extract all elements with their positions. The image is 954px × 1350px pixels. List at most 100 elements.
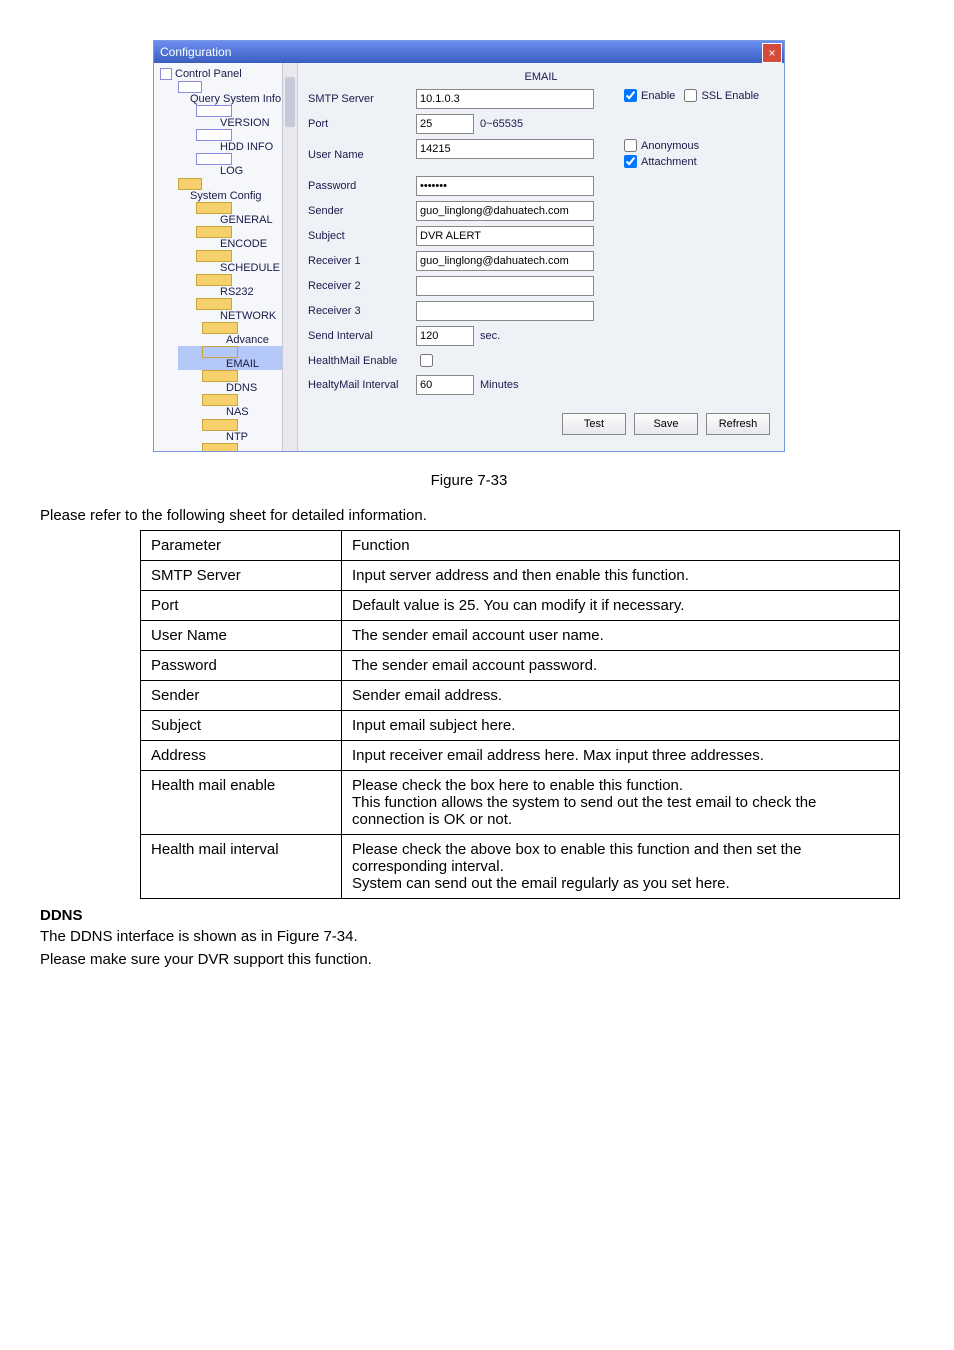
- health-enable-checkbox[interactable]: [420, 354, 433, 367]
- figure-caption: Figure 7-33: [40, 472, 898, 489]
- ddns-heading: DDNS: [40, 907, 898, 924]
- func-cell: Input email subject here.: [342, 711, 900, 741]
- nav-tree[interactable]: Control Panel Query System Info VERSION …: [154, 63, 298, 451]
- health-interval-label: HealtyMail Interval: [308, 379, 408, 391]
- param-cell: Health mail interval: [141, 835, 342, 899]
- param-cell: Address: [141, 741, 342, 771]
- param-cell: SMTP Server: [141, 561, 342, 591]
- table-row: SMTP ServerInput server address and then…: [141, 561, 900, 591]
- folder-icon: [196, 298, 232, 310]
- health-interval-unit: Minutes: [480, 379, 519, 391]
- pane-title: EMAIL: [308, 69, 774, 89]
- param-cell: User Name: [141, 621, 342, 651]
- folder-icon: [178, 178, 202, 190]
- param-cell: Port: [141, 591, 342, 621]
- sender-input[interactable]: [416, 201, 594, 221]
- tree-root: Control Panel: [175, 68, 242, 80]
- intro-text: Please refer to the following sheet for …: [40, 507, 898, 524]
- ddns-line1: The DDNS interface is shown as in Figure…: [40, 928, 898, 945]
- ssl-label: SSL Enable: [701, 90, 759, 102]
- user-label: User Name: [308, 149, 408, 161]
- folder-icon: [196, 202, 232, 214]
- func-cell: Input server address and then enable thi…: [342, 561, 900, 591]
- tree-item[interactable]: Query System Info: [178, 93, 297, 105]
- table-row: Health mail intervalPlease check the abo…: [141, 835, 900, 899]
- ssl-checkbox[interactable]: [684, 89, 697, 102]
- table-row: PortDefault value is 25. You can modify …: [141, 591, 900, 621]
- folder-icon: [202, 322, 238, 334]
- ddns-line2: Please make sure your DVR support this f…: [40, 951, 898, 968]
- refresh-button[interactable]: Refresh: [706, 413, 770, 435]
- func-cell: Sender email address.: [342, 681, 900, 711]
- table-head-func: Function: [342, 531, 900, 561]
- table-row: SenderSender email address.: [141, 681, 900, 711]
- param-cell: Password: [141, 651, 342, 681]
- table-row: User NameThe sender email account user n…: [141, 621, 900, 651]
- recv1-input[interactable]: [416, 251, 594, 271]
- table-head-param: Parameter: [141, 531, 342, 561]
- save-button[interactable]: Save: [634, 413, 698, 435]
- param-cell: Subject: [141, 711, 342, 741]
- health-enable-label: HealthMail Enable: [308, 355, 408, 367]
- window-title: Configuration: [160, 45, 231, 59]
- func-cell: Default value is 25. You can modify it i…: [342, 591, 900, 621]
- health-interval-input[interactable]: [416, 375, 474, 395]
- pass-input[interactable]: [416, 176, 594, 196]
- file-icon: [196, 153, 232, 165]
- panel-icon: [160, 68, 172, 80]
- file-icon: [196, 105, 232, 117]
- folder-icon: [202, 443, 238, 451]
- attach-checkbox[interactable]: [624, 155, 637, 168]
- test-button[interactable]: Test: [562, 413, 626, 435]
- subject-label: Subject: [308, 230, 408, 242]
- interval-unit: sec.: [480, 330, 500, 342]
- table-row: Health mail enablePlease check the box h…: [141, 771, 900, 835]
- func-cell: Input receiver email address here. Max i…: [342, 741, 900, 771]
- enable-label: Enable: [641, 90, 675, 102]
- port-label: Port: [308, 118, 408, 130]
- email-pane: EMAIL SMTP Server Enable SSL Enable Port…: [298, 63, 784, 451]
- configuration-window: Configuration × Control Panel Query Syst…: [153, 40, 785, 452]
- folder-icon: [196, 274, 232, 286]
- window-titlebar: Configuration ×: [154, 41, 784, 63]
- tree-scrollbar[interactable]: [282, 63, 297, 451]
- folder-icon: [202, 394, 238, 406]
- port-hint: 0~65535: [480, 118, 523, 130]
- param-cell: Sender: [141, 681, 342, 711]
- tree-item[interactable]: System Config: [178, 190, 297, 202]
- user-input[interactable]: [416, 139, 594, 159]
- attach-label: Attachment: [641, 156, 697, 168]
- recv2-label: Receiver 2: [308, 280, 408, 292]
- recv2-input[interactable]: [416, 276, 594, 296]
- folder-icon: [196, 226, 232, 238]
- folder-icon: [196, 250, 232, 262]
- anon-label: Anonymous: [641, 140, 699, 152]
- file-icon: [178, 81, 202, 93]
- param-cell: Health mail enable: [141, 771, 342, 835]
- smtp-label: SMTP Server: [308, 93, 408, 105]
- anon-checkbox[interactable]: [624, 139, 637, 152]
- recv1-label: Receiver 1: [308, 255, 408, 267]
- func-cell: Please check the above box to enable thi…: [342, 835, 900, 899]
- port-input[interactable]: [416, 114, 474, 134]
- pass-label: Password: [308, 180, 408, 192]
- func-cell: The sender email account user name.: [342, 621, 900, 651]
- table-row: AddressInput receiver email address here…: [141, 741, 900, 771]
- smtp-input[interactable]: [416, 89, 594, 109]
- close-icon[interactable]: ×: [762, 43, 782, 63]
- folder-icon: [202, 419, 238, 431]
- file-icon: [196, 129, 232, 141]
- recv3-input[interactable]: [416, 301, 594, 321]
- enable-checkbox[interactable]: [624, 89, 637, 102]
- interval-label: Send Interval: [308, 330, 408, 342]
- subject-input[interactable]: [416, 226, 594, 246]
- folder-icon: [202, 346, 238, 358]
- recv3-label: Receiver 3: [308, 305, 408, 317]
- folder-icon: [202, 370, 238, 382]
- func-cell: Please check the box here to enable this…: [342, 771, 900, 835]
- func-cell: The sender email account password.: [342, 651, 900, 681]
- parameter-table: Parameter Function SMTP ServerInput serv…: [140, 530, 900, 899]
- table-row: SubjectInput email subject here.: [141, 711, 900, 741]
- table-row: PasswordThe sender email account passwor…: [141, 651, 900, 681]
- interval-input[interactable]: [416, 326, 474, 346]
